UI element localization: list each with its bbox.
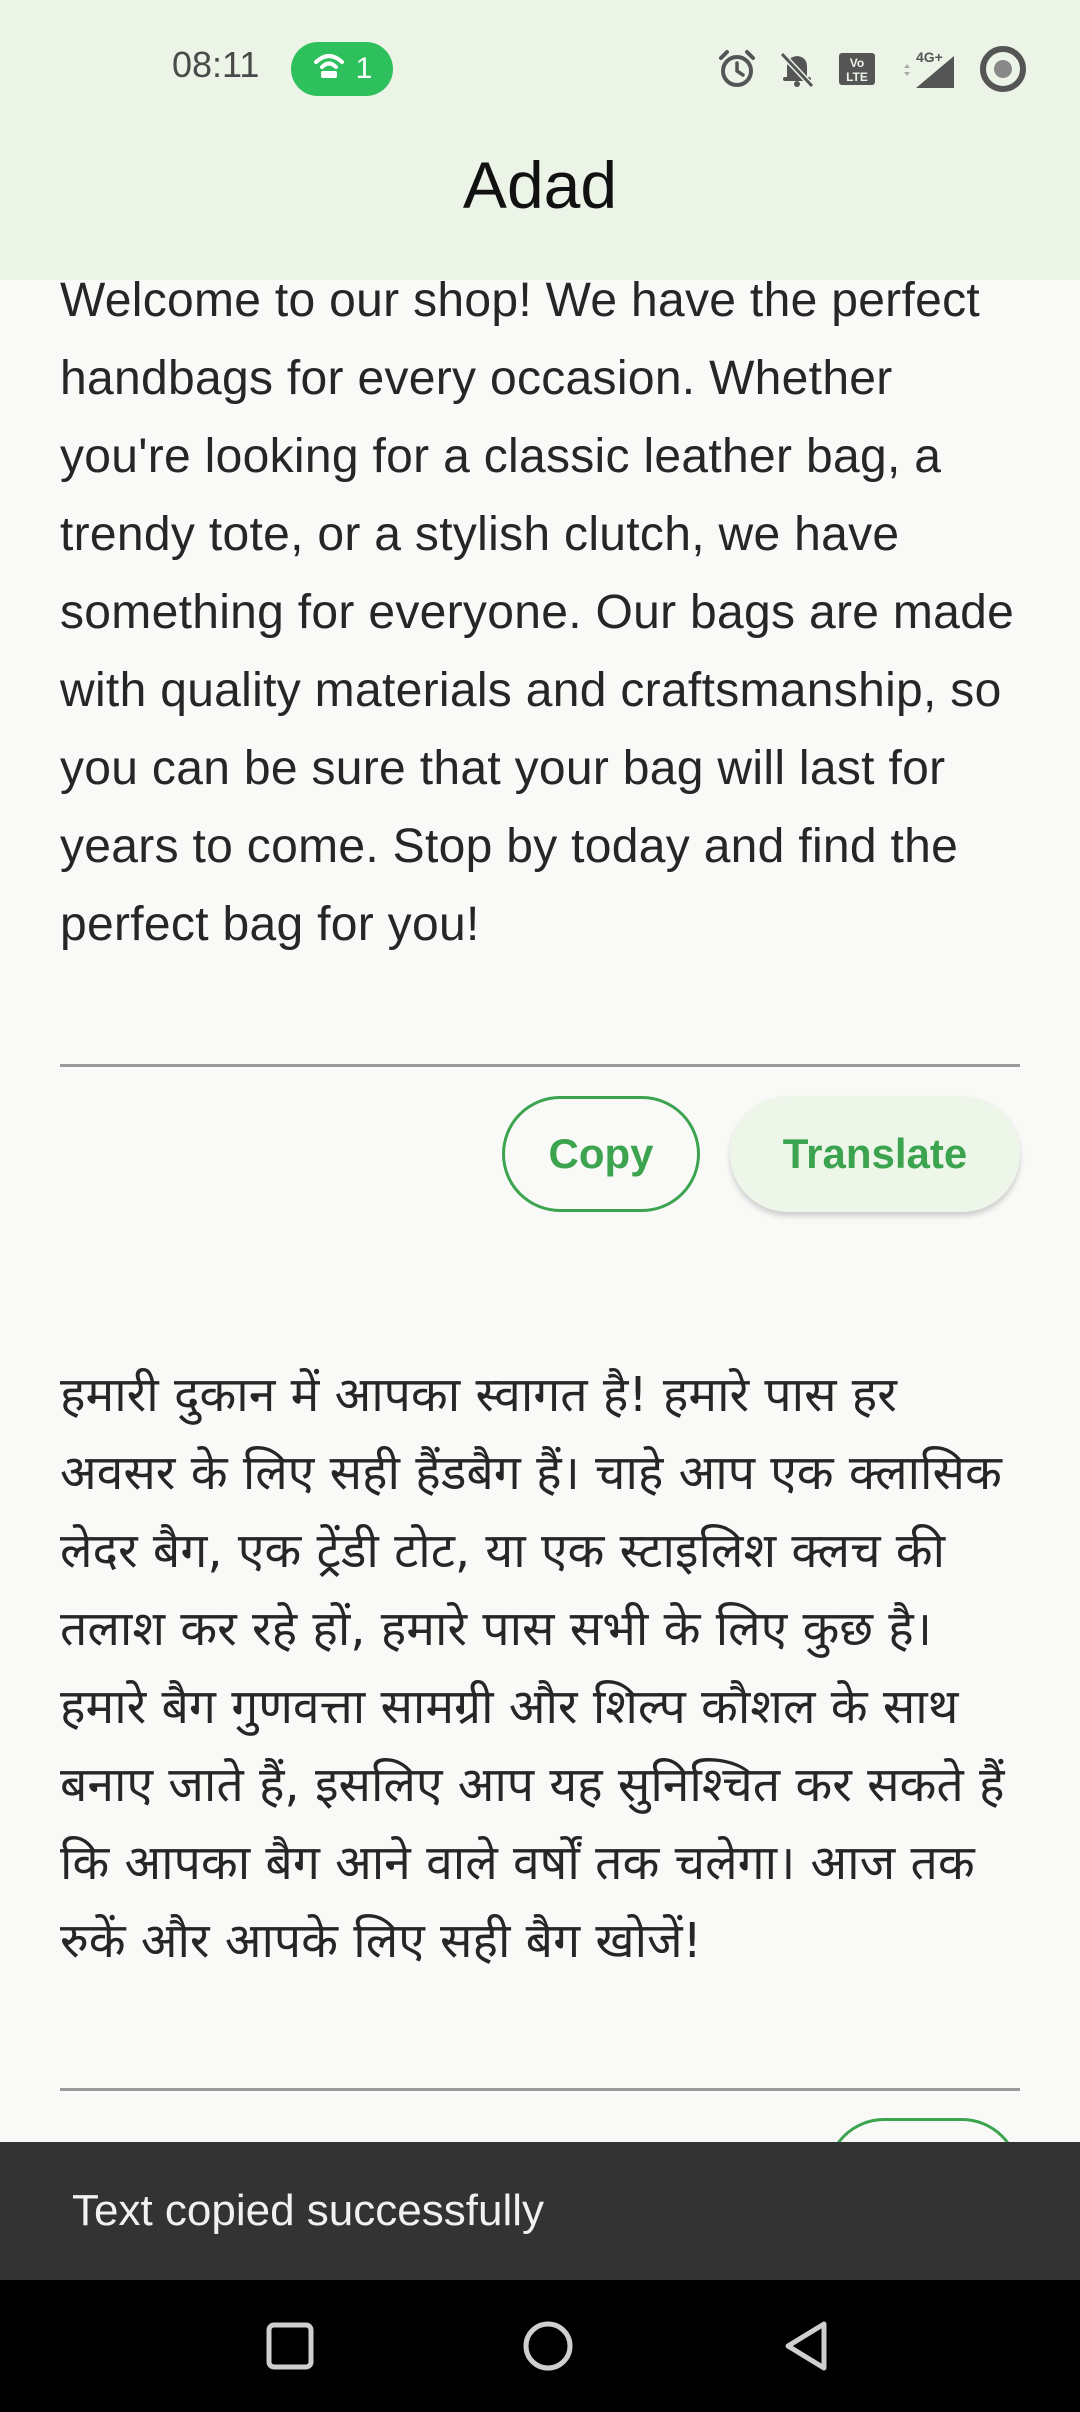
navigation-bar [0, 2280, 1080, 2412]
hotspot-count: 1 [355, 52, 373, 85]
translated-text: हमारी दुकान में आपका स्वागत है! हमारे पा… [60, 1367, 1005, 1969]
recents-icon[interactable] [254, 2310, 326, 2382]
copy-button[interactable]: Copy [502, 1096, 700, 1212]
translate-button[interactable]: Translate [730, 1096, 1020, 1212]
status-icons: Vo LTE 4G+ [716, 42, 1028, 96]
app-title: Adad [462, 148, 618, 222]
original-text: Welcome to our shop! We have the perfect… [60, 280, 1015, 951]
mute-icon [776, 48, 818, 90]
signal-4g-icon: 4G+ [896, 48, 960, 90]
battery-icon [978, 46, 1028, 92]
screen: 08:11 1 Vo LTE 4G+ Adad Welcome to our s… [0, 0, 1080, 2412]
svg-text:4G+: 4G+ [916, 49, 943, 65]
content-scroll[interactable]: Welcome to our shop! We have the perfect… [0, 280, 1080, 2142]
snackbar-message: Text copied successfully [72, 2186, 544, 2235]
volte-icon: Vo LTE [836, 48, 878, 90]
svg-text:LTE: LTE [846, 70, 868, 84]
divider [60, 2088, 1020, 2091]
app-bar: Adad [0, 140, 1080, 280]
status-time: 08:11 [172, 44, 260, 85]
alarm-icon [716, 48, 758, 90]
svg-text:Vo: Vo [850, 56, 864, 70]
hotspot-indicator: 1 [291, 42, 393, 96]
back-icon[interactable] [770, 2310, 842, 2382]
copy-translation-button[interactable] [826, 2118, 1020, 2142]
home-icon[interactable] [512, 2310, 584, 2382]
hotspot-icon [312, 50, 346, 88]
snackbar: Text copied successfully [0, 2142, 1080, 2280]
status-bar: 08:11 1 Vo LTE 4G+ [0, 0, 1080, 140]
divider [60, 1064, 1020, 1067]
